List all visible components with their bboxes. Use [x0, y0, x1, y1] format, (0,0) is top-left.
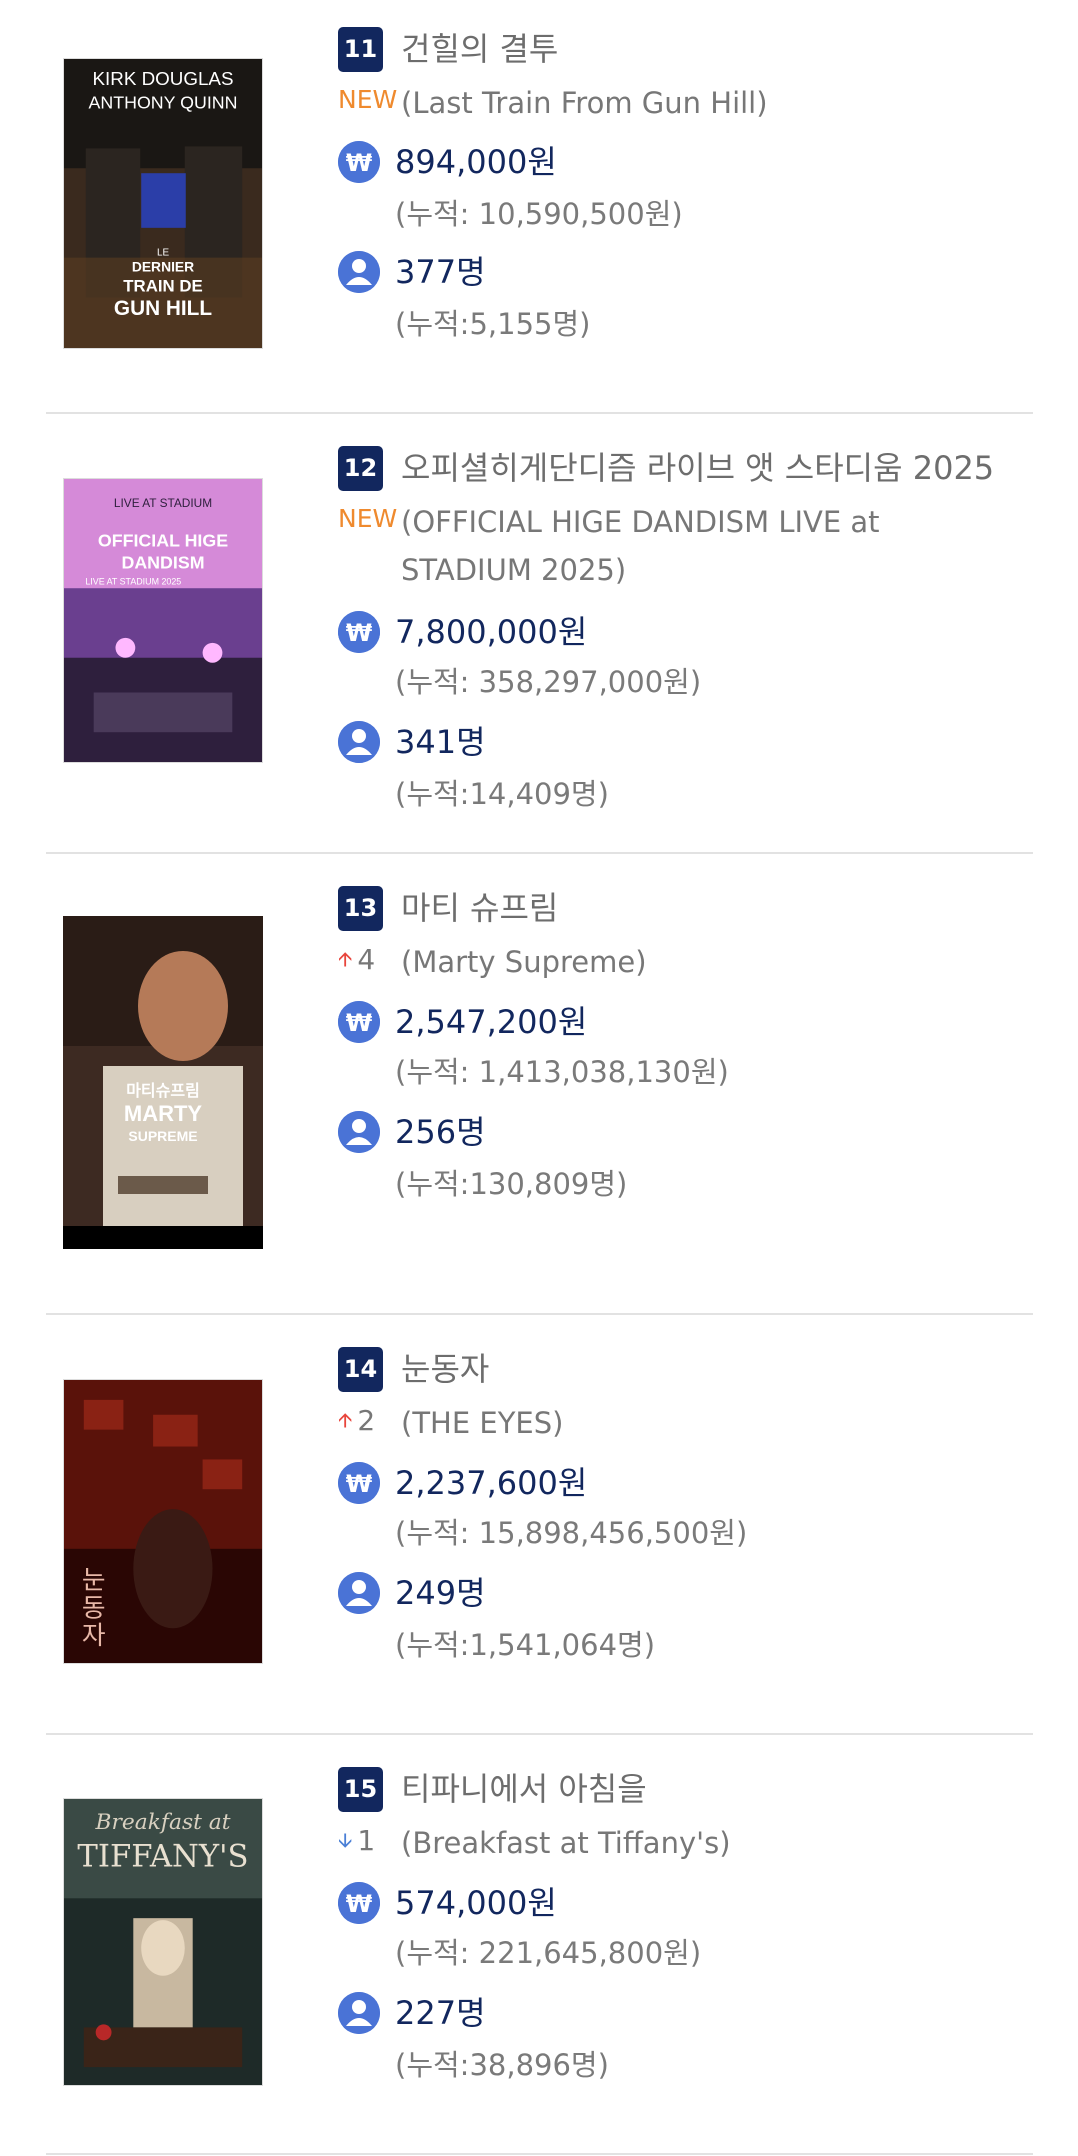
- list-item[interactable]: 눈 동 자 14 눈동자 🡩 2 (THE EYES) ₩ 2,237,600원 …: [46, 1315, 1033, 1735]
- movie-poster[interactable]: KIRK DOUGLAS ANTHONY QUINN LE DERNIER TR…: [63, 58, 263, 349]
- list-item[interactable]: LIVE AT STADIUM OFFICIAL HIGE DANDISM LI…: [46, 414, 1033, 854]
- poster-text: TRAIN DE: [123, 276, 202, 295]
- poster-text: LE: [157, 248, 169, 259]
- daily-sales: 574,000원: [395, 1884, 557, 1922]
- rank-change-value: 4: [357, 943, 376, 976]
- svg-text:₩: ₩: [346, 619, 373, 647]
- daily-sales: 894,000원: [395, 143, 557, 181]
- poster-text: SUPREME: [128, 1128, 197, 1144]
- won-icon: ₩: [338, 1001, 380, 1043]
- poster-text: LIVE AT STADIUM 2025: [85, 576, 181, 586]
- poster-text: 동: [82, 1593, 106, 1623]
- movie-title-original: (OFFICIAL HIGE DANDISM LIVE at STADIUM 2…: [401, 505, 880, 587]
- movie-title[interactable]: 마티 슈프림: [401, 886, 558, 931]
- movie-title-original: (Last Train From Gun Hill): [401, 86, 768, 120]
- movie-poster[interactable]: Breakfast at TIFFANY'S: [63, 1798, 263, 2086]
- rank-badge: 11: [338, 27, 383, 72]
- person-icon: [338, 1111, 380, 1153]
- cumulative-sales: (누적: 1,413,038,130원): [395, 1055, 729, 1089]
- arrow-up-icon: 🡩: [338, 947, 353, 971]
- movie-poster[interactable]: 마티슈프림 MARTY SUPREME: [63, 916, 263, 1249]
- list-item[interactable]: Breakfast at TIFFANY'S 15 티파니에서 아침을 🡫 1 (…: [46, 1735, 1033, 2155]
- rank-change-new: NEW: [338, 504, 398, 533]
- daily-audience: 341명: [395, 723, 486, 761]
- poster-text: ANTHONY QUINN: [88, 93, 237, 113]
- poster-text: DERNIER: [132, 259, 194, 275]
- cumulative-audience: (누적:5,155명): [395, 307, 591, 341]
- daily-audience: 227명: [395, 1994, 486, 2032]
- daily-audience: 249명: [395, 1574, 486, 1612]
- won-icon: ₩: [338, 611, 380, 653]
- daily-audience: 377명: [395, 253, 486, 291]
- poster-text: 마티슈프림: [126, 1081, 200, 1100]
- won-icon: ₩: [338, 1462, 380, 1504]
- movie-title[interactable]: 건힐의 결투: [401, 27, 558, 72]
- movie-title[interactable]: 눈동자: [401, 1347, 489, 1392]
- cumulative-audience: (누적:130,809명): [395, 1167, 628, 1201]
- poster-text: Breakfast at: [94, 1810, 230, 1835]
- movie-title[interactable]: 티파니에서 아침을: [401, 1767, 647, 1812]
- daily-sales: 7,800,000원: [395, 613, 588, 651]
- movie-title[interactable]: 오피셜히게단디즘 라이브 앳 스타디움 2025: [401, 446, 994, 491]
- poster-text: GUN HILL: [114, 297, 212, 320]
- person-icon: [338, 1992, 380, 2034]
- svg-text:₩: ₩: [346, 1009, 373, 1037]
- poster-text: 눈: [82, 1565, 106, 1595]
- rank-badge: 14: [338, 1347, 383, 1392]
- arrow-up-icon: 🡩: [338, 1408, 353, 1432]
- poster-text: TIFFANY'S: [77, 1838, 248, 1874]
- svg-text:₩: ₩: [346, 1890, 373, 1918]
- poster-text: KIRK DOUGLAS: [92, 68, 233, 89]
- rank-badge: 15: [338, 1767, 383, 1812]
- arrow-down-icon: 🡫: [338, 1828, 353, 1852]
- rank-badge: 13: [338, 886, 383, 931]
- poster-text: 자: [82, 1621, 106, 1651]
- person-icon: [338, 1572, 380, 1614]
- daily-sales: 2,547,200원: [395, 1003, 588, 1041]
- svg-text:₩: ₩: [346, 149, 373, 177]
- cumulative-audience: (누적:14,409명): [395, 777, 609, 811]
- cumulative-sales: (누적: 10,590,500원): [395, 197, 683, 231]
- person-icon: [338, 721, 380, 763]
- movie-poster[interactable]: 눈 동 자: [63, 1379, 263, 1664]
- svg-text:₩: ₩: [346, 1470, 373, 1498]
- movie-title-original: (Marty Supreme): [401, 945, 647, 979]
- movie-title-original: (THE EYES): [401, 1406, 564, 1440]
- rank-change-value: 2: [357, 1404, 376, 1437]
- cumulative-sales: (누적: 358,297,000원): [395, 665, 702, 699]
- list-item[interactable]: KIRK DOUGLAS ANTHONY QUINN LE DERNIER TR…: [46, 0, 1033, 414]
- daily-sales: 2,237,600원: [395, 1464, 588, 1502]
- movie-title-original: (Breakfast at Tiffany's): [401, 1826, 731, 1860]
- person-icon: [338, 251, 380, 293]
- rank-change-down: 🡫 1: [338, 1822, 398, 1859]
- cumulative-audience: (누적:38,896명): [395, 2048, 609, 2082]
- poster-text: LIVE AT STADIUM: [114, 496, 212, 510]
- movie-poster[interactable]: LIVE AT STADIUM OFFICIAL HIGE DANDISM LI…: [63, 478, 263, 763]
- rank-badge: 12: [338, 446, 383, 491]
- rank-change-new: NEW: [338, 85, 398, 114]
- cumulative-audience: (누적:1,541,064명): [395, 1628, 656, 1662]
- won-icon: ₩: [338, 141, 380, 183]
- poster-text: MARTY: [124, 1101, 203, 1126]
- poster-text: DANDISM: [121, 552, 204, 572]
- cumulative-sales: (누적: 15,898,456,500원): [395, 1516, 748, 1550]
- daily-audience: 256명: [395, 1113, 486, 1151]
- box-office-list: KIRK DOUGLAS ANTHONY QUINN LE DERNIER TR…: [0, 0, 1078, 2156]
- poster-text: OFFICIAL HIGE: [98, 530, 228, 550]
- won-icon: ₩: [338, 1882, 380, 1924]
- cumulative-sales: (누적: 221,645,800원): [395, 1936, 702, 1970]
- rank-change-up: 🡩 4: [338, 941, 398, 978]
- list-item[interactable]: 마티슈프림 MARTY SUPREME 13 마티 슈프림 🡩 4 (Marty …: [46, 854, 1033, 1315]
- rank-change-value: 1: [357, 1824, 376, 1857]
- rank-change-up: 🡩 2: [338, 1402, 398, 1439]
